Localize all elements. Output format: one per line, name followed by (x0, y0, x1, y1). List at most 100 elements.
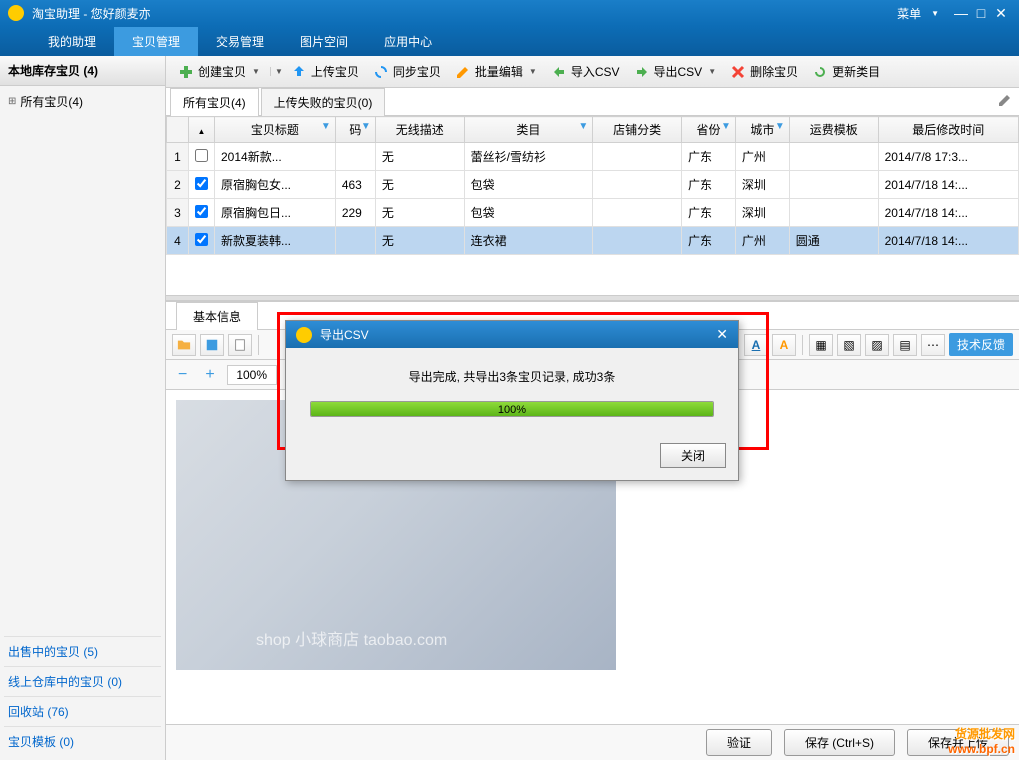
cell-city: 深圳 (735, 199, 789, 227)
table-row[interactable]: 12014新款...无蕾丝衫/雪纺衫广东广州2014/7/8 17:3... (167, 143, 1019, 171)
cell-checkbox[interactable] (189, 227, 215, 255)
watermark-line2: www.bpf.cn (948, 742, 1015, 756)
dialog-close-btn[interactable]: 关闭 (660, 443, 726, 468)
cell-cat: 蕾丝衫/雪纺衫 (464, 143, 593, 171)
table-row[interactable]: 3原宿胸包日...229无包袋广东深圳2014/7/18 14:... (167, 199, 1019, 227)
bottom-buttons: 验证 保存 (Ctrl+S) 保存并上传 (166, 724, 1019, 760)
save-button[interactable] (200, 334, 224, 356)
create-button[interactable]: 创建宝贝▼ (172, 60, 266, 83)
col-checkbox[interactable]: ▲ (189, 117, 215, 143)
detail-tab-basic[interactable]: 基本信息 (176, 302, 258, 330)
dialog-titlebar[interactable]: 导出CSV ✕ (286, 321, 738, 348)
save-icon (205, 338, 219, 352)
zoom-out-button[interactable]: − (172, 366, 193, 384)
sidebar-links: 出售中的宝贝 (5) 线上仓库中的宝贝 (0) 回收站 (76) 宝贝模板 (0… (0, 632, 165, 760)
filter-icon[interactable]: ▼ (361, 121, 371, 132)
folder-icon (177, 338, 191, 352)
cell-shopcat (593, 227, 682, 255)
sync-button[interactable]: 同步宝贝 (367, 60, 447, 83)
col-time[interactable]: 最后修改时间 (878, 117, 1018, 143)
menu-button[interactable]: 菜单 (897, 5, 921, 22)
col-code[interactable]: 码▼ (335, 117, 375, 143)
verify-button[interactable]: 验证 (706, 729, 772, 756)
subtab-failed[interactable]: 上传失败的宝贝(0) (261, 88, 386, 116)
import-csv-button[interactable]: 导入CSV (545, 60, 626, 83)
folder-button[interactable] (172, 334, 196, 356)
filter-icon[interactable]: ▼ (721, 121, 731, 132)
drop-arrow-icon[interactable]: ▼ (270, 67, 283, 76)
menu-arrow-icon[interactable]: ▼ (931, 9, 939, 18)
refresh-icon (812, 64, 828, 80)
zoom-in-button[interactable]: + (199, 366, 220, 384)
cell-checkbox[interactable] (189, 199, 215, 227)
tab-trade-manage[interactable]: 交易管理 (198, 27, 282, 56)
cell-prov: 广东 (682, 199, 736, 227)
maximize-button[interactable]: □ (971, 5, 991, 21)
col-rownum[interactable] (167, 117, 189, 143)
site-watermark: 货源批发网 www.bpf.cn (948, 727, 1015, 756)
col-wifi[interactable]: 无线描述 (375, 117, 464, 143)
image-button[interactable]: ▧ (837, 334, 861, 356)
table-button[interactable]: ▦ (809, 334, 833, 356)
dialog-message: 导出完成, 共导出3条宝贝记录, 成功3条 (310, 368, 714, 385)
subtab-all[interactable]: 所有宝贝(4) (170, 88, 259, 116)
cell-code (335, 143, 375, 171)
cell-rownum: 3 (167, 199, 189, 227)
delete-button[interactable]: 删除宝贝 (724, 60, 804, 83)
export-csv-button[interactable]: 导出CSV▼ (628, 60, 723, 83)
tree-expander-icon[interactable]: ⊞ (8, 96, 16, 107)
table-row[interactable]: 4新款夏装韩...无连衣裙广东广州圆通2014/7/18 14:... (167, 227, 1019, 255)
close-button[interactable]: ✕ (991, 5, 1011, 22)
pencil-icon[interactable] (997, 92, 1013, 108)
drop-arrow-icon[interactable]: ▼ (708, 67, 716, 76)
feedback-button[interactable]: 技术反馈 (949, 333, 1013, 356)
upload-button[interactable]: 上传宝贝 (285, 60, 365, 83)
col-title[interactable]: 宝贝标题▼ (215, 117, 336, 143)
row-checkbox[interactable] (195, 177, 208, 190)
tab-my-assistant[interactable]: 我的助理 (30, 27, 114, 56)
highlight-button[interactable]: A (772, 334, 796, 356)
col-ship[interactable]: 运费模板 (789, 117, 878, 143)
cell-prov: 广东 (682, 143, 736, 171)
more-button[interactable]: ⋯ (921, 334, 945, 356)
save-button[interactable]: 保存 (Ctrl+S) (784, 729, 895, 756)
col-prov[interactable]: 省份▼ (682, 117, 736, 143)
link-templates[interactable]: 宝贝模板 (0) (4, 726, 161, 756)
drop-arrow-icon[interactable]: ▼ (252, 67, 260, 76)
tree-item-all[interactable]: ⊞ 所有宝贝(4) (4, 90, 161, 113)
tab-product-manage[interactable]: 宝贝管理 (114, 27, 198, 56)
minimize-button[interactable]: — (951, 5, 971, 21)
row-checkbox[interactable] (195, 205, 208, 218)
cell-checkbox[interactable] (189, 171, 215, 199)
cell-wifi: 无 (375, 199, 464, 227)
col-shopcat[interactable]: 店铺分类 (593, 117, 682, 143)
new-button[interactable] (228, 334, 252, 356)
cell-checkbox[interactable] (189, 143, 215, 171)
image-watermark: shop 小球商店 taobao.com (256, 626, 447, 650)
row-checkbox[interactable] (195, 149, 208, 162)
filter-icon[interactable]: ▼ (578, 121, 588, 132)
drop-arrow-icon[interactable]: ▼ (529, 67, 537, 76)
cell-shopcat (593, 199, 682, 227)
app-title: 淘宝助理 - 您好颜麦亦 (32, 5, 897, 22)
row-checkbox[interactable] (195, 233, 208, 246)
products-table: ▲ 宝贝标题▼ 码▼ 无线描述 类目▼ 店铺分类 省份▼ 城市▼ 运费模板 最后… (166, 116, 1019, 255)
link-button[interactable]: ▨ (865, 334, 889, 356)
sync-icon (373, 64, 389, 80)
batch-edit-button[interactable]: 批量编辑▼ (449, 60, 543, 83)
list-button[interactable]: ▤ (893, 334, 917, 356)
tab-image-space[interactable]: 图片空间 (282, 27, 366, 56)
col-cat[interactable]: 类目▼ (464, 117, 593, 143)
link-selling[interactable]: 出售中的宝贝 (5) (4, 636, 161, 666)
link-recycle[interactable]: 回收站 (76) (4, 696, 161, 726)
col-city[interactable]: 城市▼ (735, 117, 789, 143)
table-row[interactable]: 2原宿胸包女...463无包袋广东深圳2014/7/18 14:... (167, 171, 1019, 199)
filter-icon[interactable]: ▼ (321, 121, 331, 132)
tab-app-center[interactable]: 应用中心 (366, 27, 450, 56)
zoom-input[interactable] (227, 365, 277, 385)
link-online-stock[interactable]: 线上仓库中的宝贝 (0) (4, 666, 161, 696)
dialog-close-button[interactable]: ✕ (716, 326, 728, 343)
filter-icon[interactable]: ▼ (775, 121, 785, 132)
cell-code (335, 227, 375, 255)
refresh-button[interactable]: 更新类目 (806, 60, 886, 83)
